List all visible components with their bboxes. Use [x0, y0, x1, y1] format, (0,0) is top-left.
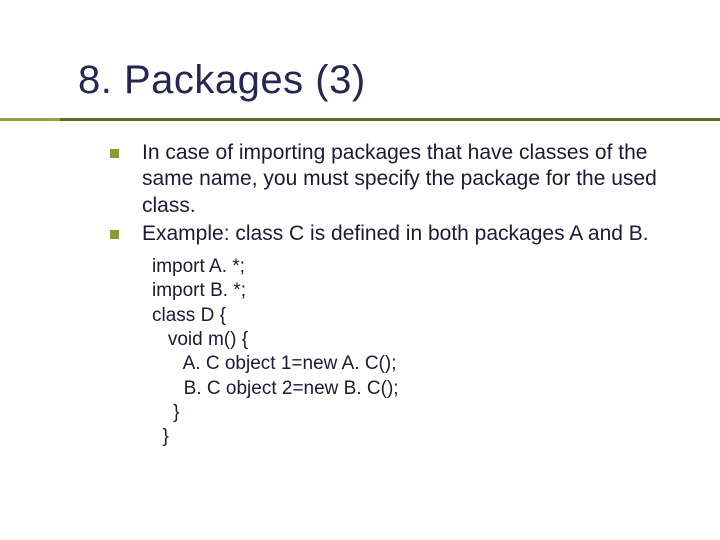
bullet-text: Example: class C is defined in both pack… [142, 222, 649, 245]
bullet-square-icon [110, 230, 119, 239]
slide-body: In case of importing packages that have … [110, 140, 670, 450]
slide-title: 8. Packages (3) [78, 58, 366, 103]
bullet-item: Example: class C is defined in both pack… [110, 221, 670, 247]
bullet-square-icon [110, 149, 119, 158]
bullet-text: In case of importing packages that have … [142, 141, 657, 217]
code-block: import A. *; import B. *; class D { void… [152, 255, 670, 450]
slide: 8. Packages (3) In case of importing pac… [0, 0, 720, 540]
title-underline [0, 118, 720, 121]
bullet-item: In case of importing packages that have … [110, 140, 670, 219]
